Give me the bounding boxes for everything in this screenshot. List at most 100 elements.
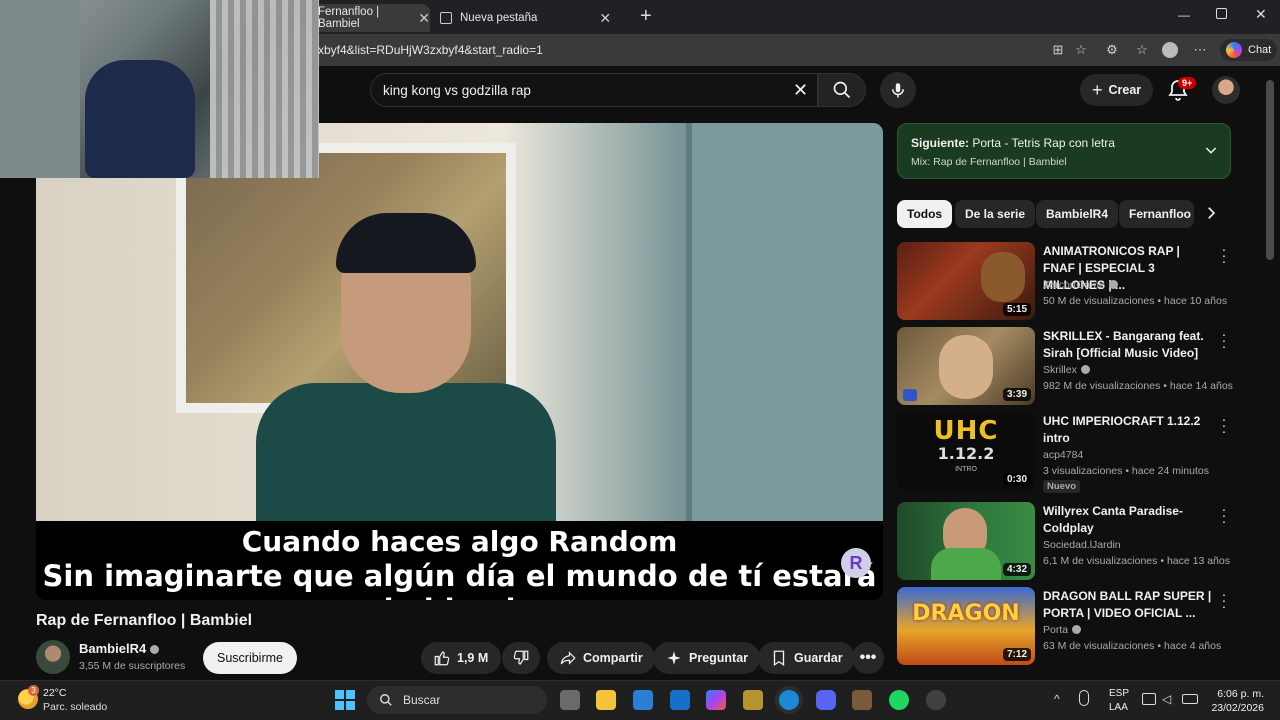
task-view-icon[interactable] bbox=[560, 690, 580, 710]
edge-browser-icon[interactable] bbox=[779, 690, 799, 710]
start-button[interactable] bbox=[335, 690, 355, 710]
clear-search-icon[interactable]: ✕ bbox=[793, 80, 808, 101]
account-avatar[interactable] bbox=[1212, 76, 1240, 104]
channel-name[interactable]: BambielR4 bbox=[79, 641, 160, 656]
video-frame bbox=[36, 123, 883, 523]
microphone-tray-icon[interactable] bbox=[1079, 690, 1089, 706]
copilot-chat-button[interactable]: Chat bbox=[1220, 39, 1278, 61]
more-vert-icon[interactable]: · · · bbox=[1219, 242, 1229, 268]
chip-de-la-serie[interactable]: De la serie bbox=[955, 200, 1036, 228]
weather-temperature[interactable]: 22°C bbox=[43, 687, 66, 699]
url-field[interactable]: xbyf4&list=RDuHjW3zxbyf4&start_radio=1 bbox=[318, 43, 543, 57]
chip-bambielr4[interactable]: BambielR4 bbox=[1036, 200, 1119, 228]
more-vert-icon[interactable]: · · · bbox=[1219, 587, 1229, 613]
related-video[interactable]: 4:32 Willyrex Canta Paradise-Coldplay So… bbox=[897, 502, 1231, 580]
more-vert-icon[interactable]: · · · bbox=[1219, 327, 1229, 353]
video-thumbnail[interactable]: UHC 1.12.2 INTRO 0:30 bbox=[897, 412, 1035, 490]
verified-icon bbox=[1108, 280, 1118, 289]
search-button[interactable] bbox=[818, 73, 866, 107]
more-options-icon[interactable]: ⋯ bbox=[1192, 42, 1208, 58]
copilot-icon bbox=[1226, 42, 1242, 58]
minecraft-launcher-icon[interactable] bbox=[852, 690, 872, 710]
video-thumbnail[interactable]: 5:15 bbox=[897, 242, 1035, 320]
related-video[interactable]: 3:39 SKRILLEX - Bangarang feat. Sirah [O… bbox=[897, 327, 1233, 405]
related-channel[interactable]: Sociedad.lJardin bbox=[1043, 539, 1121, 551]
discord-icon[interactable] bbox=[816, 690, 836, 710]
more-horizontal-icon: ••• bbox=[859, 649, 877, 666]
more-actions-button[interactable]: ••• bbox=[852, 642, 884, 674]
video-duration: 0:30 bbox=[1002, 473, 1031, 486]
spotify-icon[interactable] bbox=[889, 690, 909, 710]
favorites-icon[interactable]: ☆ bbox=[1134, 42, 1150, 58]
taskbar-search[interactable]: Buscar bbox=[367, 686, 547, 714]
battery-icon[interactable] bbox=[1182, 694, 1198, 704]
subscriber-count: 3,55 M de suscriptores bbox=[79, 660, 186, 672]
chevron-down-icon[interactable] bbox=[1203, 142, 1219, 158]
subtitle-line-1: Cuando haces algo Random bbox=[241, 525, 678, 558]
restore-icon[interactable] bbox=[1216, 8, 1227, 19]
weather-condition[interactable]: Parc. soleado bbox=[43, 701, 107, 713]
extensions-icon[interactable]: ⚙ bbox=[1104, 42, 1120, 58]
input-language[interactable]: ESP bbox=[1109, 688, 1129, 699]
related-channel[interactable]: ZarcortGame bbox=[1043, 279, 1118, 291]
obs-studio-icon[interactable] bbox=[926, 690, 946, 710]
volume-icon[interactable]: ◁ bbox=[1162, 692, 1171, 706]
chip-fernanfloo[interactable]: Fernanfloo bbox=[1119, 200, 1194, 228]
video-thumbnail[interactable]: DRAGON 7:12 bbox=[897, 587, 1035, 665]
up-next-label: Siguiente: Porta - Tetris Rap con letra bbox=[911, 136, 1115, 150]
search-input[interactable]: king kong vs godzilla rap ✕ bbox=[370, 73, 818, 107]
ask-button[interactable]: Preguntar bbox=[653, 642, 761, 674]
more-vert-icon[interactable]: · · · bbox=[1219, 412, 1229, 438]
save-button[interactable]: Guardar bbox=[758, 642, 855, 674]
microsoft-store-icon[interactable] bbox=[633, 690, 653, 710]
save-label: Guardar bbox=[794, 651, 843, 665]
file-explorer-icon[interactable] bbox=[596, 690, 616, 710]
new-tab-button[interactable]: + bbox=[640, 5, 652, 28]
create-button[interactable]: + Crear bbox=[1080, 74, 1154, 106]
tab-new[interactable]: Nueva pestaña ✕ bbox=[436, 4, 626, 32]
taskbar-date[interactable]: 23/02/2026 bbox=[1208, 702, 1264, 714]
bookmark-icon bbox=[773, 650, 785, 667]
related-channel[interactable]: acp4784 bbox=[1043, 449, 1083, 461]
taskbar-time[interactable]: 6:06 p. m. bbox=[1212, 688, 1264, 700]
dislike-button[interactable] bbox=[502, 642, 540, 674]
subscribe-button[interactable]: Suscribirme bbox=[203, 642, 297, 674]
microphone-icon bbox=[892, 83, 904, 98]
related-video[interactable]: DRAGON 7:12 DRAGON BALL RAP SUPER | PORT… bbox=[897, 587, 1231, 665]
related-video[interactable]: 5:15 ANIMATRONICOS RAP | FNAF | ESPECIAL… bbox=[897, 242, 1231, 320]
channel-avatar[interactable] bbox=[36, 640, 70, 674]
video-player[interactable]: Cuando haces algo Random Sin imaginarte … bbox=[36, 123, 883, 600]
channel-watermark[interactable]: R bbox=[841, 548, 871, 578]
close-icon[interactable]: ✕ bbox=[1255, 6, 1267, 23]
game-launcher-icon[interactable] bbox=[743, 690, 763, 710]
minimize-icon[interactable]: — bbox=[1178, 8, 1190, 22]
close-tab-icon[interactable]: ✕ bbox=[418, 10, 430, 27]
tab-fernanfloo[interactable]: Fernanfloo | Bambiel ✕ bbox=[312, 4, 430, 32]
outlook-icon[interactable] bbox=[670, 690, 690, 710]
video-thumbnail[interactable]: 4:32 bbox=[897, 502, 1035, 580]
video-thumbnail[interactable]: 3:39 bbox=[897, 327, 1035, 405]
scrollbar-thumb[interactable] bbox=[1266, 80, 1274, 260]
chevron-right-icon[interactable] bbox=[1202, 204, 1220, 222]
chip-todos[interactable]: Todos bbox=[897, 200, 953, 228]
network-icon[interactable] bbox=[1142, 693, 1156, 705]
thumbnail-uhc-text: UHC bbox=[933, 416, 999, 446]
related-channel[interactable]: Porta bbox=[1043, 624, 1082, 636]
up-next-card[interactable]: Siguiente: Porta - Tetris Rap con letra … bbox=[897, 123, 1231, 179]
app-grid-icon[interactable]: ⊞ bbox=[1050, 42, 1066, 58]
like-button[interactable]: 1,9 M bbox=[421, 642, 501, 674]
related-video[interactable]: UHC 1.12.2 INTRO 0:30 UHC IMPERIOCRAFT 1… bbox=[897, 412, 1231, 493]
share-button[interactable]: Compartir bbox=[547, 642, 655, 674]
more-vert-icon[interactable]: · · · bbox=[1219, 502, 1229, 528]
close-tab-icon[interactable]: ✕ bbox=[599, 10, 611, 27]
up-next-mix: Mix: Rap de Fernanfloo | Bambiel bbox=[911, 156, 1067, 168]
video-duration: 3:39 bbox=[1002, 388, 1031, 401]
thumbnail-intro-text: INTRO bbox=[955, 466, 977, 473]
voice-search-button[interactable] bbox=[880, 72, 916, 108]
copilot-app-icon[interactable] bbox=[706, 690, 726, 710]
show-hidden-icons-chevron-icon[interactable]: ^ bbox=[1054, 692, 1060, 706]
related-channel[interactable]: Skrillex bbox=[1043, 364, 1090, 376]
profile-icon[interactable] bbox=[1162, 42, 1178, 58]
favorite-star-icon[interactable]: ☆ bbox=[1073, 42, 1089, 58]
keyboard-layout[interactable]: LAA bbox=[1109, 702, 1128, 713]
